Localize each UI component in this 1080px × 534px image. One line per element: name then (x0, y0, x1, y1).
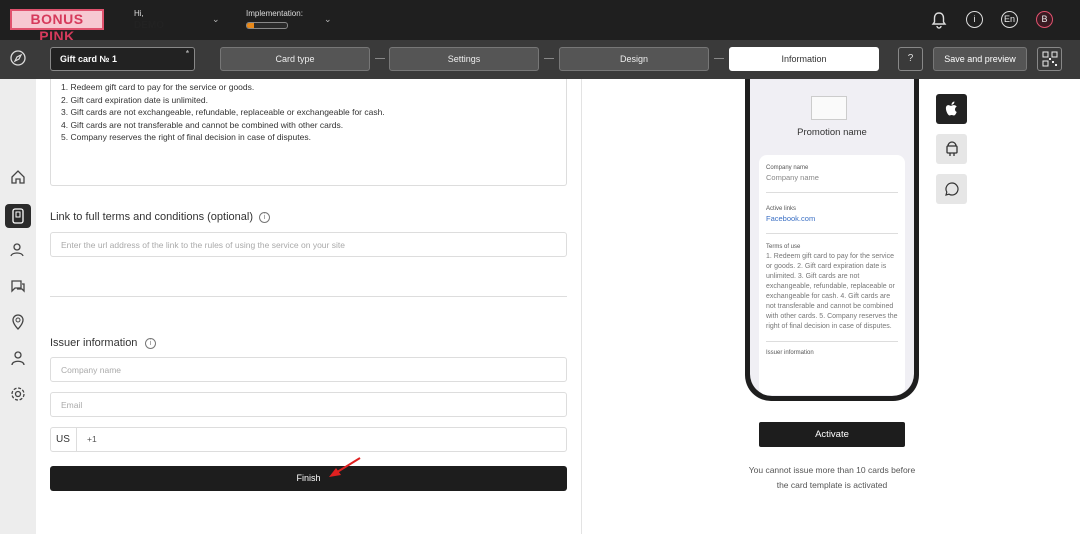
links-label: Active links (766, 206, 797, 212)
card-name-value: Gift card № 1 (60, 54, 118, 64)
home-icon[interactable] (8, 169, 28, 189)
card-thumbnail (811, 96, 847, 120)
divider (766, 233, 898, 234)
settings-icon[interactable] (8, 386, 28, 406)
terms-line: 5. Company reserves the right of final d… (61, 132, 311, 142)
promotion-name: Promotion name (797, 127, 867, 138)
implementation-chevron-down-icon[interactable]: ⌄ (324, 14, 332, 25)
android-icon[interactable] (936, 134, 967, 164)
bell-icon[interactable] (931, 11, 947, 29)
finish-button[interactable]: Finish (50, 466, 567, 491)
info-icon[interactable]: i (259, 212, 270, 223)
card-details: Company name Company name Active links F… (759, 155, 905, 395)
terms-textarea[interactable]: 1. Redeem gift card to pay for the servi… (50, 79, 567, 186)
dial-code: +1 (87, 434, 97, 444)
activation-limit-note: You cannot issue more than 10 cards befo… (748, 465, 916, 490)
profile-icon[interactable] (8, 350, 28, 370)
sidebar (0, 79, 36, 534)
divider (766, 192, 898, 193)
compass-icon[interactable] (10, 50, 26, 66)
company-label: Company name (766, 165, 809, 171)
terms-label: Terms of use (766, 244, 801, 250)
link-label: Link to full terms and conditions (optio… (50, 211, 253, 223)
step-information[interactable]: Information (729, 47, 879, 71)
required-asterisk: * (185, 49, 189, 58)
terms-text: 1. Redeem gift card to pay for the servi… (766, 253, 898, 330)
step-divider (714, 58, 724, 59)
info-icon[interactable]: i (966, 11, 983, 28)
message-icon[interactable] (936, 174, 967, 204)
company-value: Company name (766, 173, 819, 182)
greeting: Hi, (134, 9, 144, 18)
divider (766, 341, 898, 342)
card-name-field[interactable]: Gift card № 1 * (50, 47, 195, 71)
divider (50, 296, 567, 297)
implementation-progress (246, 22, 288, 29)
info-icon[interactable]: i (145, 338, 156, 349)
save-and-preview-button[interactable]: Save and preview (933, 47, 1027, 71)
apple-icon[interactable] (936, 94, 967, 124)
terms-line: 3. Gift cards are not exchangeable, refu… (61, 107, 385, 117)
messages-icon[interactable] (8, 278, 28, 298)
annotation-arrow (326, 456, 364, 483)
user-name[interactable]: DEMO (134, 20, 164, 31)
user-chevron-down-icon[interactable]: ⌄ (212, 14, 220, 25)
phone-screen: Promotion name Company name Company name… (750, 79, 914, 396)
terms-line: 1. Redeem gift card to pay for the servi… (61, 82, 255, 92)
location-icon[interactable] (8, 314, 28, 334)
email-input[interactable]: Email (50, 392, 567, 417)
help-button[interactable]: ? (898, 47, 923, 71)
logo[interactable]: BONUS PINK (10, 9, 104, 44)
step-settings[interactable]: Settings (389, 47, 539, 71)
issuer-label: Issuer information (766, 350, 814, 356)
avatar[interactable]: B (1036, 11, 1053, 28)
language-switch[interactable]: En (1001, 11, 1018, 28)
phone-input[interactable] (50, 427, 567, 452)
terms-line: 4. Gift cards are not transferable and c… (61, 119, 344, 130)
implementation-label: Implementation: (246, 9, 303, 18)
links-value[interactable]: Facebook.com (766, 214, 898, 224)
terms-line: 2. Gift card expiration date is unlimite… (61, 94, 208, 105)
step-design[interactable]: Design (559, 47, 709, 71)
company-name-input[interactable]: Company name (50, 357, 567, 382)
step-divider (375, 58, 385, 59)
link-input[interactable]: Enter the url address of the link to the… (50, 232, 567, 257)
issuer-label: Issuer information (50, 337, 138, 349)
activate-button[interactable]: Activate (759, 422, 905, 447)
country-code-select[interactable]: US (50, 427, 77, 452)
clients-icon[interactable] (8, 242, 28, 262)
step-card-type[interactable]: Card type (220, 47, 370, 71)
cards-icon[interactable] (5, 204, 31, 228)
phone-preview: Promotion name Company name Company name… (745, 79, 919, 401)
step-divider (544, 58, 554, 59)
qr-code-button[interactable] (1037, 47, 1062, 71)
implementation-progress-fill (247, 23, 255, 28)
